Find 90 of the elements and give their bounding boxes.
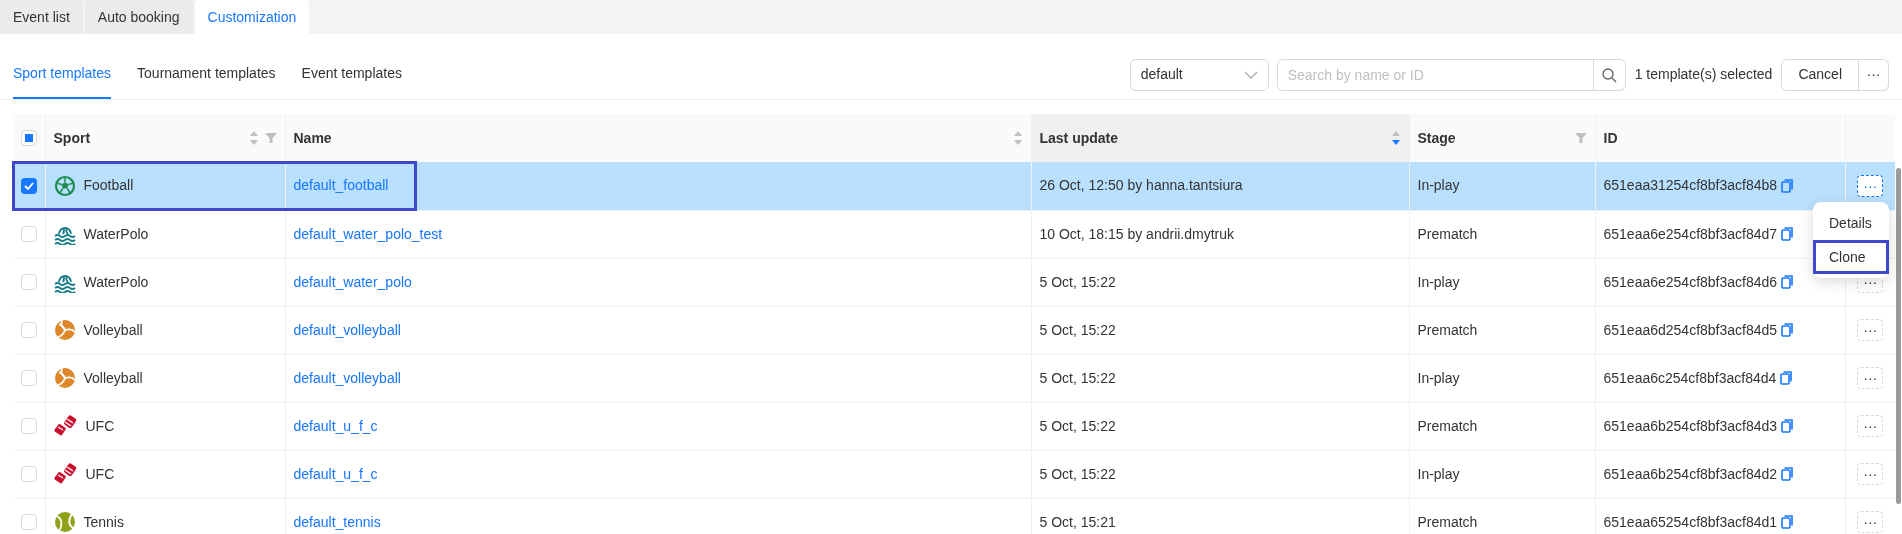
row-checkbox[interactable] xyxy=(20,418,37,434)
actions-button[interactable]: ··· xyxy=(1857,319,1884,341)
stage: In-play xyxy=(1417,177,1460,194)
last-update: 5 Oct, 15:22 xyxy=(1039,417,1116,434)
row-checkbox[interactable] xyxy=(20,322,37,338)
filter-icon[interactable] xyxy=(1574,132,1587,144)
subtab[interactable]: Sport templates xyxy=(13,50,112,99)
sport-name: WaterPolo xyxy=(83,224,149,244)
sport-name: UFC xyxy=(85,464,115,484)
row-checkbox[interactable] xyxy=(20,274,37,290)
last-update: 10 Oct, 18:15 by andrii.dmytruk xyxy=(1039,225,1235,242)
sport-name: Football xyxy=(83,176,134,196)
template-link[interactable]: default_volleyball xyxy=(293,321,401,338)
sport-name: UFC xyxy=(85,416,115,436)
actions-button[interactable]: ··· xyxy=(1857,463,1884,485)
copy-icon[interactable] xyxy=(1781,275,1794,289)
subtab[interactable]: Tournament templates xyxy=(137,50,276,99)
actions-button[interactable]: ··· xyxy=(1857,415,1884,437)
copy-icon[interactable] xyxy=(1781,515,1794,529)
sort-icon[interactable] xyxy=(1012,130,1023,146)
stage: In-play xyxy=(1417,369,1460,386)
template-link[interactable]: default_u_f_c xyxy=(293,465,378,482)
template-id: 651eaa6c254cf8bf3acf84d4 xyxy=(1603,368,1777,388)
template-link[interactable]: default_water_polo xyxy=(293,273,412,290)
tab[interactable]: Customization xyxy=(194,0,310,34)
last-update: 5 Oct, 15:22 xyxy=(1039,273,1116,290)
stage: In-play xyxy=(1417,465,1460,482)
copy-icon[interactable] xyxy=(1781,467,1794,481)
stage: Prematch xyxy=(1417,513,1478,530)
row-checkbox[interactable] xyxy=(20,177,37,194)
chevron-down-icon xyxy=(1243,69,1258,80)
search-icon xyxy=(1601,66,1618,83)
selection-count: 1 template(s) selected xyxy=(1634,65,1773,84)
scrollbar[interactable] xyxy=(1896,168,1901,504)
stage: Prematch xyxy=(1417,321,1478,338)
last-update: 26 Oct, 12:50 by hanna.tantsiura xyxy=(1039,177,1243,194)
last-update: 5 Oct, 15:22 xyxy=(1039,369,1116,386)
sport-name: Volleyball xyxy=(83,320,143,340)
select-all-checkbox[interactable] xyxy=(20,130,37,146)
cancel-button[interactable]: Cancel xyxy=(1781,58,1859,91)
template-link[interactable]: default_volleyball xyxy=(293,369,401,386)
stage: In-play xyxy=(1417,273,1460,290)
template-id: 651eaa6d254cf8bf3acf84d5 xyxy=(1603,320,1778,340)
template-link[interactable]: default_tennis xyxy=(293,513,381,530)
copy-icon[interactable] xyxy=(1781,323,1794,337)
row-checkbox[interactable] xyxy=(20,370,37,386)
select-field[interactable]: default xyxy=(1129,58,1269,91)
subtab[interactable]: Event templates xyxy=(301,50,402,99)
tab[interactable]: Auto booking xyxy=(84,0,193,34)
tab[interactable]: Event list xyxy=(0,0,83,34)
copy-icon[interactable] xyxy=(1781,178,1794,193)
last-update: 5 Oct, 15:21 xyxy=(1039,513,1116,530)
template-id: 651eaa65254cf8bf3acf84d1 xyxy=(1603,512,1778,532)
last-update: 5 Oct, 15:22 xyxy=(1039,465,1116,482)
stage: Prematch xyxy=(1417,225,1478,242)
actions-button[interactable]: ··· xyxy=(1857,367,1884,389)
last-update: 5 Oct, 15:22 xyxy=(1039,321,1116,338)
template-id: 651eaa6e254cf8bf3acf84d6 xyxy=(1603,272,1778,292)
fighting-glove-icon xyxy=(53,463,78,485)
checkmark-icon xyxy=(23,181,34,190)
volleyball-icon xyxy=(53,319,76,341)
sport-name: WaterPolo xyxy=(83,272,149,292)
search-button[interactable] xyxy=(1593,58,1626,91)
template-id: 651eaa6e254cf8bf3acf84d7 xyxy=(1603,224,1778,244)
search-field[interactable]: Search by name or ID xyxy=(1276,58,1594,91)
soccer-ball-icon xyxy=(53,174,76,197)
fighting-glove-icon xyxy=(53,415,78,437)
menu-item[interactable]: Clone xyxy=(1813,240,1889,274)
stage: Prematch xyxy=(1417,417,1478,434)
sport-name: Volleyball xyxy=(83,368,143,388)
template-id: 651eaa6b254cf8bf3acf84d3 xyxy=(1603,416,1778,436)
copy-icon[interactable] xyxy=(1781,227,1794,241)
more-button[interactable]: ··· xyxy=(1859,58,1889,91)
row-checkbox[interactable] xyxy=(20,226,37,242)
filter-icon[interactable] xyxy=(264,132,277,144)
template-link[interactable]: default_water_polo_test xyxy=(293,225,443,242)
sport-name: Tennis xyxy=(83,512,124,532)
sort-icon[interactable] xyxy=(248,130,259,146)
menu-item[interactable]: Details xyxy=(1813,206,1889,240)
actions-button[interactable]: ··· xyxy=(1857,511,1884,533)
template-id: 651eaa31254cf8bf3acf84b8 xyxy=(1603,176,1778,196)
copy-icon[interactable] xyxy=(1780,371,1793,385)
row-checkbox[interactable] xyxy=(20,514,37,530)
sort-icon[interactable] xyxy=(1390,130,1401,146)
copy-icon[interactable] xyxy=(1781,419,1794,433)
template-id: 651eaa6b254cf8bf3acf84d2 xyxy=(1603,464,1778,484)
volleyball-icon xyxy=(53,367,76,389)
row-checkbox[interactable] xyxy=(20,466,37,482)
actions-button[interactable]: ··· xyxy=(1857,174,1884,197)
template-link[interactable]: default_u_f_c xyxy=(293,417,378,434)
